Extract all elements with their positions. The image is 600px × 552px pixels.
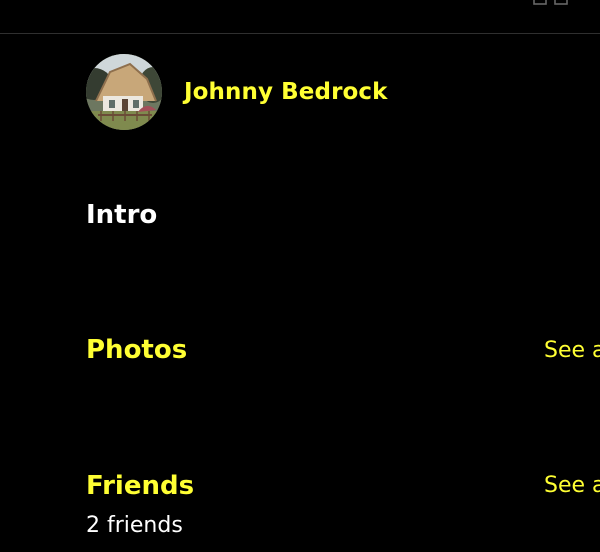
friends-see-all-link[interactable]: See all — [544, 475, 600, 497]
friends-title[interactable]: Friends — [86, 473, 194, 499]
friends-count: 2 friends — [86, 513, 183, 538]
window-controls-icon[interactable] — [531, 0, 575, 6]
cottage-avatar-image — [86, 54, 162, 130]
photos-see-all-link[interactable]: See all — [544, 340, 600, 362]
avatar[interactable] — [86, 54, 162, 130]
profile-header: Johnny Bedrock — [86, 54, 388, 130]
intro-title: Intro — [86, 200, 158, 230]
top-bar — [0, 0, 600, 34]
photos-title[interactable]: Photos — [86, 337, 187, 363]
profile-name[interactable]: Johnny Bedrock — [184, 79, 388, 105]
